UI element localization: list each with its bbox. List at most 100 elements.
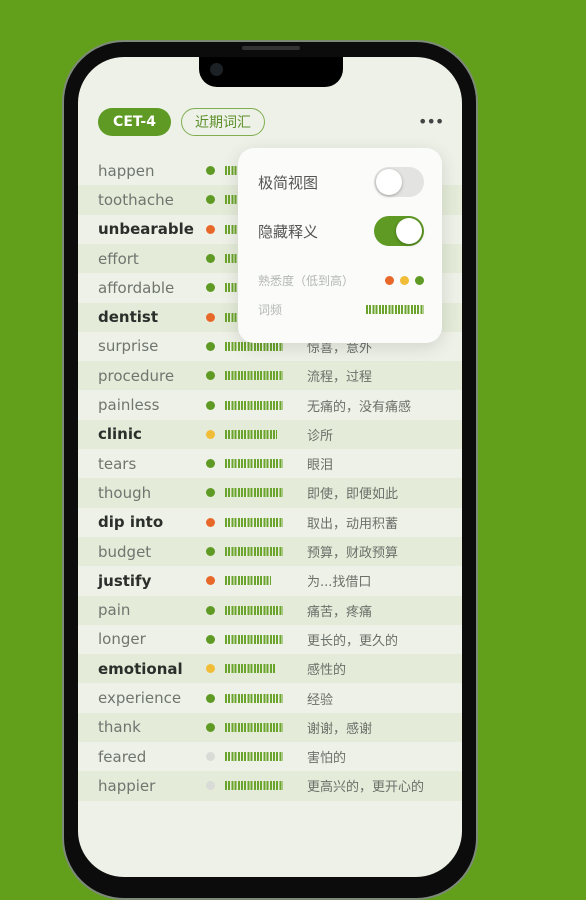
word-row[interactable]: longer 更长的，更久的	[78, 625, 462, 654]
familiarity-dot	[206, 371, 215, 381]
word-text: painless	[98, 396, 160, 415]
familiarity-dot	[206, 693, 215, 703]
tab-recent-words[interactable]: 近期词汇	[181, 108, 265, 136]
word-text: emotional	[98, 659, 183, 678]
frequency-bar	[225, 664, 275, 674]
legend-frequency-bar	[366, 305, 424, 314]
familiarity-dot	[206, 634, 215, 644]
word-text: procedure	[98, 366, 175, 385]
camera	[210, 63, 223, 76]
word-row[interactable]: clinic 诊所	[78, 419, 462, 449]
tab-cet4[interactable]: CET-4	[98, 108, 171, 136]
speaker	[242, 46, 300, 50]
familiarity-dot	[206, 722, 215, 732]
frequency-bar	[225, 693, 283, 703]
word-row[interactable]: budget 预算，财政预算	[78, 536, 462, 567]
word-row[interactable]: happier 更高兴的，更开心的	[78, 771, 462, 801]
word-meaning: 经验	[307, 692, 334, 708]
familiarity-dot	[206, 283, 215, 293]
frequency-bar	[225, 547, 283, 557]
legend-dot-mid	[400, 276, 409, 285]
word-meaning: 无痛的，没有痛感	[307, 399, 412, 415]
word-meaning: 流程，过程	[307, 370, 373, 386]
familiarity-dot	[206, 312, 215, 322]
frequency-bar	[225, 517, 283, 527]
familiarity-dot	[206, 547, 215, 557]
word-meaning: 更高兴的，更开心的	[307, 780, 425, 796]
familiarity-dot	[206, 341, 215, 351]
familiarity-dot	[206, 254, 215, 264]
frequency-bar	[225, 752, 283, 762]
familiarity-dot	[206, 195, 215, 205]
word-row[interactable]: pain 痛苦，疼痛	[78, 595, 462, 625]
hide-meaning-toggle[interactable]	[374, 216, 424, 246]
word-text: longer	[98, 630, 146, 649]
ellipsis-icon[interactable]: •••	[418, 112, 444, 131]
word-meaning: 害怕的	[307, 751, 347, 767]
word-row[interactable]: painless 无痛的，没有痛感	[78, 390, 462, 419]
word-meaning: 为...找借口	[307, 575, 372, 591]
word-row[interactable]: though 即使，即便如此	[78, 478, 462, 508]
word-row[interactable]: thank 谢谢，感谢	[78, 712, 462, 742]
word-text: thank	[98, 718, 141, 737]
frequency-bar	[225, 722, 283, 732]
word-text: happen	[98, 161, 155, 180]
frequency-bar	[225, 634, 283, 644]
word-text: budget	[98, 542, 152, 561]
familiarity-dot	[206, 224, 215, 234]
word-meaning: 感性的	[307, 663, 347, 679]
minimal-view-label: 极简视图	[258, 174, 319, 192]
minimal-view-toggle[interactable]	[374, 167, 424, 197]
word-row[interactable]: justify 为...找借口	[78, 566, 462, 595]
hide-meaning-label: 隐藏释义	[258, 223, 319, 241]
word-text: though	[98, 483, 152, 502]
frequency-bar	[225, 576, 272, 586]
word-text: experience	[98, 689, 182, 708]
word-row[interactable]: feared 害怕的	[78, 742, 462, 771]
familiarity-dot	[206, 664, 215, 674]
word-meaning: 取出，动用积蓄	[307, 516, 399, 532]
frequency-bar	[225, 400, 283, 410]
word-text: unbearable	[98, 220, 194, 239]
frequency-bar	[225, 605, 283, 615]
word-text: pain	[98, 601, 131, 620]
word-text: toothache	[98, 190, 174, 209]
word-text: tears	[98, 454, 137, 473]
familiarity-dot	[206, 400, 215, 410]
word-row[interactable]: dip into 取出，动用积蓄	[78, 508, 462, 537]
frequency-bar	[225, 429, 278, 439]
word-meaning: 更长的，更久的	[307, 633, 399, 649]
word-text: dip into	[98, 513, 164, 532]
familiarity-dot	[206, 576, 215, 586]
word-text: feared	[98, 747, 147, 766]
word-meaning: 预算，财政预算	[307, 546, 399, 562]
settings-popup: 极简视图 隐藏释义 熟悉度（低到高） 词频	[238, 148, 442, 343]
word-text: clinic	[98, 425, 142, 444]
familiarity-dot	[206, 781, 215, 791]
word-meaning: 谢谢，感谢	[307, 721, 373, 737]
word-text: justify	[98, 571, 152, 590]
word-meaning: 眼泪	[307, 458, 334, 474]
word-text: affordable	[98, 278, 175, 297]
word-meaning: 诊所	[307, 428, 334, 444]
word-text: dentist	[98, 308, 158, 327]
frequency-bar	[225, 781, 283, 791]
frequency-bar	[225, 459, 283, 469]
frequency-bar	[225, 488, 283, 498]
word-row[interactable]: procedure 流程，过程	[78, 361, 462, 391]
word-row[interactable]: tears 眼泪	[78, 449, 462, 478]
frequency-bar	[225, 371, 283, 381]
word-text: happier	[98, 776, 156, 795]
familiarity-dot	[206, 752, 215, 762]
familiarity-dot	[206, 459, 215, 469]
familiarity-dot	[206, 517, 215, 527]
frequency-legend-label: 词频	[258, 303, 283, 317]
word-text: effort	[98, 249, 139, 268]
familiarity-legend-label: 熟悉度（低到高）	[258, 274, 355, 288]
word-row[interactable]: experience 经验	[78, 683, 462, 712]
familiarity-dot	[206, 429, 215, 439]
legend-dot-high	[415, 276, 424, 285]
word-meaning: 痛苦，疼痛	[307, 604, 373, 620]
familiarity-dot	[206, 488, 215, 498]
word-row[interactable]: emotional 感性的	[78, 654, 462, 684]
